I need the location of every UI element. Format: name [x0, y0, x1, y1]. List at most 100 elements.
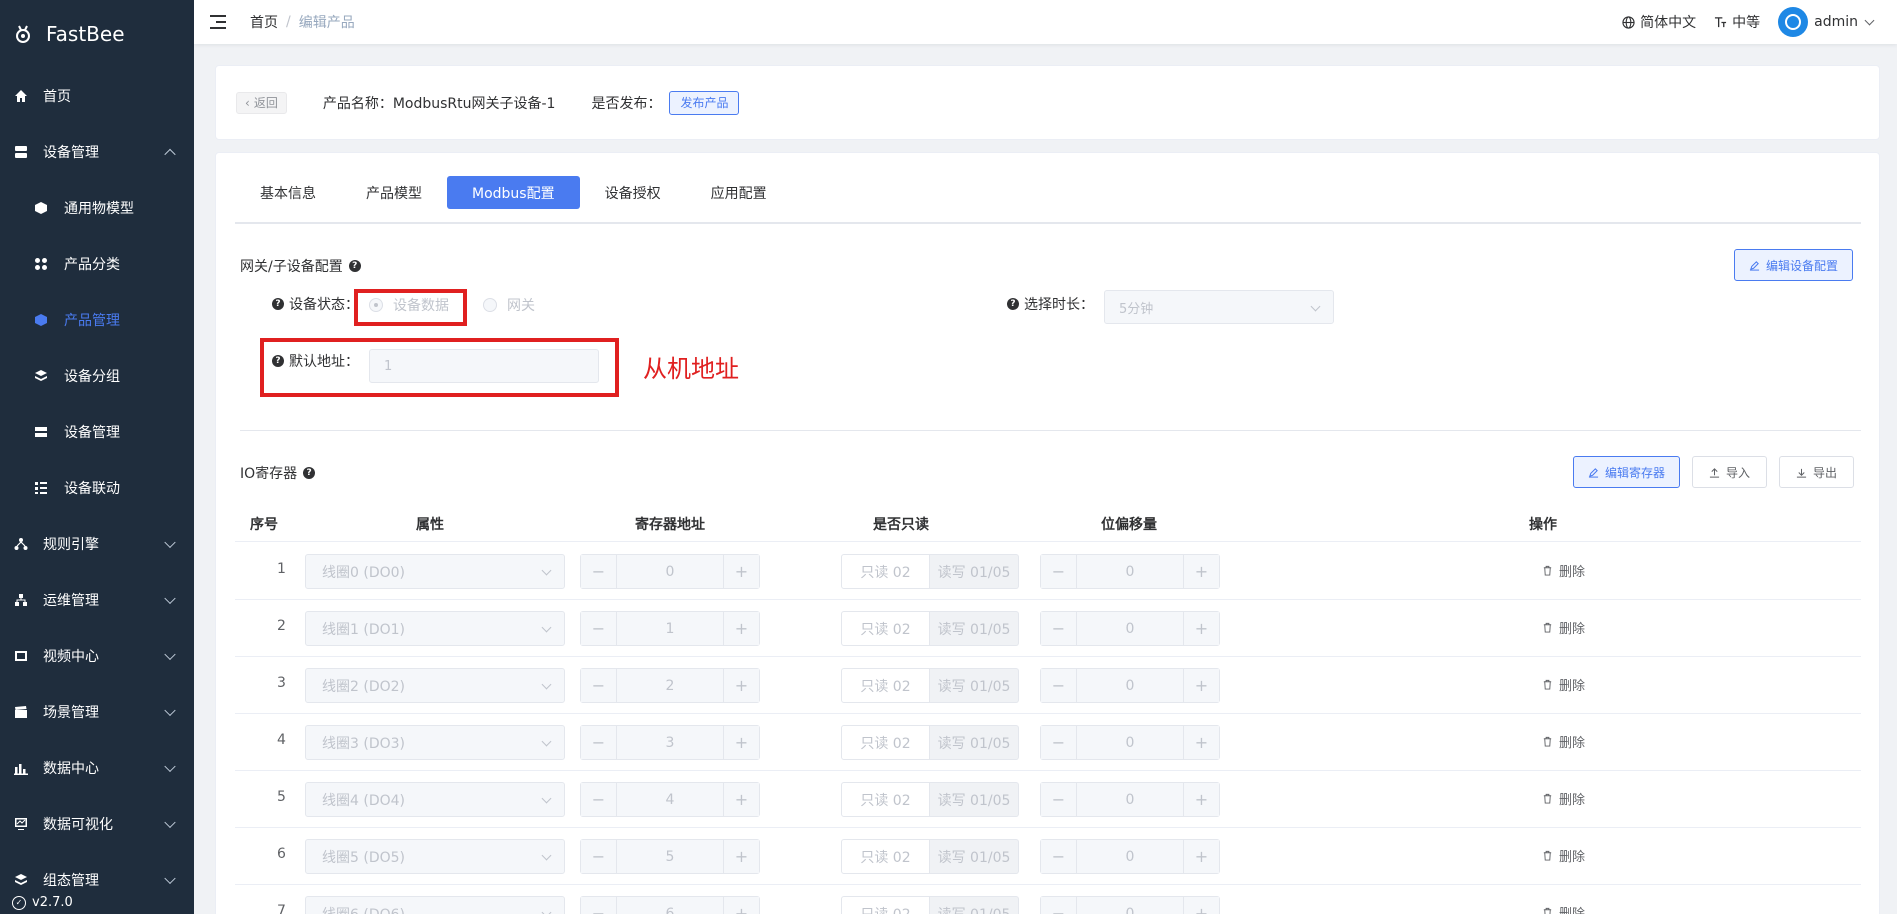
readonly-option-read[interactable]: 只读 02 [841, 611, 930, 646]
bit-offset-stepper[interactable]: − 0 + [1040, 839, 1220, 874]
tab-app-config[interactable]: 应用配置 [686, 176, 792, 209]
publish-product-button[interactable]: 发布产品 [669, 90, 740, 115]
menu-toggle-icon[interactable] [210, 15, 228, 29]
plus-icon[interactable]: + [1183, 612, 1219, 645]
minus-icon[interactable]: − [1041, 840, 1077, 873]
readonly-option-read[interactable]: 只读 02 [841, 782, 930, 817]
sidebar-item-data-center[interactable]: 数据中心 [0, 740, 194, 796]
edit-device-config-button[interactable]: 编辑设备配置 [1734, 249, 1854, 281]
sidebar-item-video[interactable]: 视频中心 [0, 628, 194, 684]
plus-icon[interactable]: + [723, 726, 759, 759]
minus-icon[interactable]: − [581, 726, 617, 759]
readonly-option-read[interactable]: 只读 02 [841, 725, 930, 760]
sidebar-item-device-list[interactable]: 设备管理 [0, 404, 194, 460]
sidebar-item-scene[interactable]: 场景管理 [0, 684, 194, 740]
attribute-select[interactable]: 线圈0 (DO0) [305, 554, 565, 589]
delete-button[interactable]: 删除 [1542, 903, 1585, 914]
export-button[interactable]: 导出 [1779, 456, 1855, 488]
tab-modbus-config[interactable]: Modbus配置 [447, 176, 580, 209]
sidebar-item-product-mgmt[interactable]: 产品管理 [0, 292, 194, 348]
back-button[interactable]: ‹ 返回 [236, 91, 287, 114]
register-address-stepper[interactable]: − 6 + [580, 896, 760, 914]
minus-icon[interactable]: − [1041, 783, 1077, 816]
attribute-select[interactable]: 线圈5 (DO5) [305, 839, 565, 874]
sidebar-item-device-linkage[interactable]: 设备联动 [0, 460, 194, 516]
register-address-stepper[interactable]: − 0 + [580, 554, 760, 589]
minus-icon[interactable]: − [581, 783, 617, 816]
register-address-stepper[interactable]: − 3 + [580, 725, 760, 760]
minus-icon[interactable]: − [1041, 612, 1077, 645]
bit-offset-stepper[interactable]: − 0 + [1040, 554, 1220, 589]
sidebar-item-device-group[interactable]: 设备分组 [0, 348, 194, 404]
readonly-option-read[interactable]: 只读 02 [841, 839, 930, 874]
status-radio-gateway[interactable]: 网关 [483, 295, 535, 315]
sidebar-item-rule-engine[interactable]: 规则引擎 [0, 516, 194, 572]
tab-device-auth[interactable]: 设备授权 [580, 176, 686, 209]
delete-button[interactable]: 删除 [1542, 732, 1585, 751]
delete-button[interactable]: 删除 [1542, 561, 1585, 580]
edit-register-button[interactable]: 编辑寄存器 [1573, 456, 1681, 488]
bit-offset-stepper[interactable]: − 0 + [1040, 782, 1220, 817]
bit-offset-stepper[interactable]: − 0 + [1040, 725, 1220, 760]
attribute-select[interactable]: 线圈1 (DO1) [305, 611, 565, 646]
tab-product-model[interactable]: 产品模型 [341, 176, 447, 209]
plus-icon[interactable]: + [723, 840, 759, 873]
plus-icon[interactable]: + [1183, 726, 1219, 759]
sidebar-item-product-category[interactable]: 产品分类 [0, 236, 194, 292]
readonly-option-read[interactable]: 只读 02 [841, 668, 930, 703]
minus-icon[interactable]: − [581, 669, 617, 702]
register-address-stepper[interactable]: − 5 + [580, 839, 760, 874]
plus-icon[interactable]: + [1183, 555, 1219, 588]
readonly-option-readwrite[interactable]: 读写 01/05 [930, 554, 1019, 589]
register-address-stepper[interactable]: − 1 + [580, 611, 760, 646]
bit-offset-stepper[interactable]: − 0 + [1040, 611, 1220, 646]
sidebar-item-home[interactable]: 首页 [0, 68, 194, 124]
attribute-select[interactable]: 线圈6 (DO6) [305, 896, 565, 914]
help-icon[interactable]: ? [348, 260, 361, 272]
help-icon[interactable]: ? [1007, 298, 1019, 310]
minus-icon[interactable]: − [581, 897, 617, 914]
attribute-select[interactable]: 线圈4 (DO4) [305, 782, 565, 817]
readonly-option-readwrite[interactable]: 读写 01/05 [930, 782, 1019, 817]
sidebar-item-ops[interactable]: 运维管理 [0, 572, 194, 628]
delete-button[interactable]: 删除 [1542, 675, 1585, 694]
sidebar-item-visualization[interactable]: 数据可视化 [0, 796, 194, 852]
help-icon[interactable]: ? [272, 298, 284, 310]
minus-icon[interactable]: − [581, 555, 617, 588]
register-address-stepper[interactable]: − 4 + [580, 782, 760, 817]
help-icon[interactable]: ? [303, 467, 316, 479]
duration-select[interactable]: 5分钟 [1104, 290, 1334, 324]
plus-icon[interactable]: + [723, 669, 759, 702]
breadcrumb-home[interactable]: 首页 [250, 12, 278, 32]
minus-icon[interactable]: − [581, 612, 617, 645]
plus-icon[interactable]: + [1183, 840, 1219, 873]
minus-icon[interactable]: − [1041, 726, 1077, 759]
minus-icon[interactable]: − [581, 840, 617, 873]
attribute-select[interactable]: 线圈2 (DO2) [305, 668, 565, 703]
bit-offset-stepper[interactable]: − 0 + [1040, 668, 1220, 703]
brand-logo[interactable]: FastBee [0, 0, 194, 68]
plus-icon[interactable]: + [723, 555, 759, 588]
plus-icon[interactable]: + [723, 897, 759, 914]
language-switch[interactable]: 简体中文 [1622, 12, 1696, 32]
readonly-option-read[interactable]: 只读 02 [841, 554, 930, 589]
user-menu[interactable]: admin [1778, 7, 1875, 37]
readonly-option-read[interactable]: 只读 02 [841, 896, 930, 914]
readonly-option-readwrite[interactable]: 读写 01/05 [930, 839, 1019, 874]
readonly-option-readwrite[interactable]: 读写 01/05 [930, 668, 1019, 703]
delete-button[interactable]: 删除 [1542, 846, 1585, 865]
minus-icon[interactable]: − [1041, 669, 1077, 702]
sidebar-item-device-mgmt[interactable]: 设备管理 [0, 124, 194, 180]
plus-icon[interactable]: + [1183, 669, 1219, 702]
sidebar-item-thing-model[interactable]: 通用物模型 [0, 180, 194, 236]
plus-icon[interactable]: + [1183, 897, 1219, 914]
plus-icon[interactable]: + [1183, 783, 1219, 816]
register-address-stepper[interactable]: − 2 + [580, 668, 760, 703]
delete-button[interactable]: 删除 [1542, 618, 1585, 637]
size-switch[interactable]: 中等 [1714, 12, 1760, 32]
plus-icon[interactable]: + [723, 783, 759, 816]
delete-button[interactable]: 删除 [1542, 789, 1585, 808]
attribute-select[interactable]: 线圈3 (DO3) [305, 725, 565, 760]
import-button[interactable]: 导入 [1692, 456, 1768, 488]
readonly-option-readwrite[interactable]: 读写 01/05 [930, 896, 1019, 914]
